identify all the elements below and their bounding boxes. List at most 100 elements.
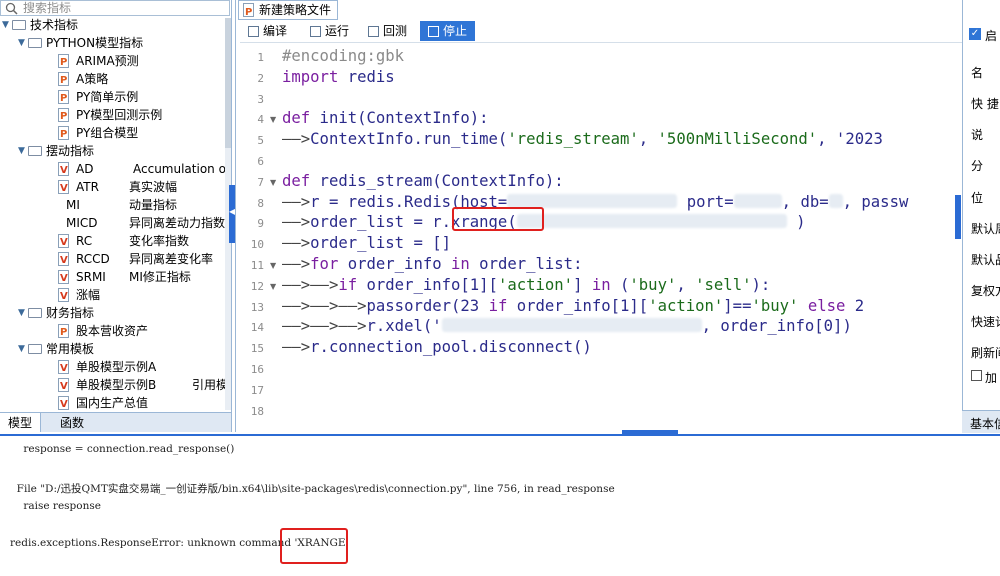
tree-item-label: 国内生产总值 (76, 396, 149, 410)
editor-splitter-handle[interactable] (955, 195, 961, 239)
shortcut-label: 快 捷 (971, 97, 999, 111)
code-line: ——>——>——>r.xdel(', order_info[0]) (282, 317, 852, 336)
tree-item[interactable]: P PY模型回测示例 (0, 106, 224, 124)
tree-item-label: SRMI (76, 270, 106, 284)
tree-item[interactable]: V 单股模型示例B 引用模 (0, 376, 228, 394)
line-number: 17 (250, 383, 264, 397)
backtest-label: 回测 (383, 24, 408, 38)
enable-label: 启 (985, 29, 998, 43)
code-line: ——>r.connection_pool.disconnect() (282, 338, 592, 357)
highlight-box-xrange-error (280, 528, 348, 564)
tree-item-label: PY组合模型 (76, 126, 139, 140)
tree-item-description: 真实波幅 (129, 180, 178, 194)
tree-folder[interactable]: ▼ PYTHON模型指标 (0, 34, 224, 52)
right-bottom-tabs: 基本信 (962, 410, 1000, 433)
compile-label: 编译 (263, 24, 288, 38)
code-line: def init(ContextInfo): (282, 109, 489, 128)
tree-item[interactable]: V AD Accumulation or (0, 160, 231, 178)
line-number: 7 (257, 175, 264, 189)
tree-item[interactable]: V RC 变化率指数 (0, 232, 224, 250)
tree-item-label: 摆动指标 (46, 144, 95, 158)
tab-function[interactable]: 函数 (52, 413, 92, 432)
tab-model[interactable]: 模型 (0, 413, 42, 432)
folder-icon (28, 146, 42, 156)
tree-item[interactable]: P PY组合模型 (0, 124, 224, 142)
tree-item[interactable]: V SRMI MI修正指标 (0, 268, 224, 286)
search-placeholder: 搜索指标 (23, 1, 72, 15)
formula-file-icon: V (58, 360, 69, 374)
compile-button[interactable]: 编译 (248, 21, 287, 41)
line-number: 6 (257, 155, 264, 168)
tree-item[interactable]: V RCCD 异同离差变化率 (0, 250, 224, 268)
file-tab[interactable]: P 新建策略文件 (238, 0, 338, 20)
tree-item-label: MICD (66, 216, 98, 230)
line-number: 9 (257, 217, 264, 231)
tree-item-description: Accumulation or (133, 162, 231, 176)
line-number: 3 (257, 92, 264, 106)
tree-item-label: 单股模型示例A (76, 360, 157, 374)
tree-item[interactable]: V 涨幅 (0, 286, 224, 304)
code-line: import redis (282, 67, 395, 86)
tree-item[interactable]: P PY简单示例 (0, 88, 224, 106)
tree-item[interactable]: V 国内生产总值 (0, 394, 224, 412)
formula-file-icon: V (58, 378, 69, 392)
tree-item-label: AD (76, 162, 94, 176)
expand-arrow-icon[interactable]: ▼ (17, 142, 26, 160)
tree-item[interactable]: P A策略 (0, 70, 224, 88)
fold-arrow-icon[interactable]: ▼ (270, 115, 276, 124)
folder-icon (28, 344, 42, 354)
backtest-button[interactable]: 回测 (368, 21, 407, 41)
tree-item[interactable]: MI 动量指标 (0, 196, 224, 214)
expand-arrow-icon[interactable]: ▼ (1, 16, 10, 34)
tree-item-label: 技术指标 (30, 18, 79, 32)
expand-arrow-icon[interactable]: ▼ (17, 304, 26, 322)
python-file-icon: P (58, 54, 69, 68)
tree-item[interactable]: V 单股模型示例A (0, 358, 224, 376)
folder-icon (28, 308, 42, 318)
line-number: 11 (250, 259, 264, 272)
tree-item-label: PY简单示例 (76, 90, 139, 104)
tree-folder[interactable]: ▼ 摆动指标 (0, 142, 224, 160)
stop-button[interactable]: 停止 (420, 21, 476, 41)
python-file-icon: P (58, 90, 69, 104)
tree-item-label: PY模型回测示例 (76, 108, 163, 122)
line-number: 5 (257, 134, 264, 148)
run-button[interactable]: 运行 (310, 21, 349, 41)
tree-item-label: 单股模型示例B (76, 378, 157, 392)
tree-folder[interactable]: ▼ 财务指标 (0, 304, 224, 322)
line-number: 12 (250, 279, 264, 293)
add-checkbox[interactable] (971, 370, 982, 381)
expand-arrow-icon[interactable]: ▼ (17, 34, 26, 52)
fold-arrow-icon[interactable]: ▼ (270, 178, 276, 187)
backtest-icon (368, 26, 379, 37)
formula-file-icon: V (58, 162, 69, 176)
tree-item[interactable]: P ARIMA预测 (0, 52, 224, 70)
expand-arrow-icon[interactable]: ▼ (17, 340, 26, 358)
enable-checkbox[interactable]: ✓ (969, 28, 981, 40)
code-area[interactable]: 1 #encoding:gbk 2 import redis 3 4 ▼ def init(C… (240, 43, 956, 432)
code-line: ——>——>if order_info[1]['action'] in ('bu… (282, 275, 771, 294)
editor-toolbar: 编译 运行 回测 停止 (240, 20, 962, 43)
tab-basic-info[interactable]: 基本信 (970, 415, 1000, 432)
line-number: 10 (250, 238, 264, 252)
refresh-interval-label: 刷新间 (971, 346, 1000, 360)
code-line: ——>——>——>passorder(23 if order_info[1]['… (282, 296, 865, 315)
category-label: 分 (971, 159, 984, 173)
stop-icon (428, 26, 439, 37)
tree-item[interactable]: MICD 异同离差动力指数 (0, 214, 225, 232)
search-icon (5, 2, 18, 15)
search-box[interactable]: 搜索指标 (0, 0, 230, 16)
tree-scrollbar-thumb[interactable] (225, 18, 231, 148)
tree-folder[interactable]: ▼ 常用模板 (0, 340, 224, 358)
line-number: 8 (257, 196, 264, 210)
tree-item[interactable]: P 股本营收资产 (0, 322, 224, 340)
line-number: 4 (257, 113, 264, 127)
python-file-icon: P (58, 126, 69, 140)
tree-item-description: 引用模 (192, 378, 229, 392)
fold-arrow-icon[interactable]: ▼ (270, 261, 276, 270)
fold-arrow-icon[interactable]: ▼ (270, 282, 276, 291)
line-number: 1 (257, 51, 264, 64)
code-line: ——>r = redis.Redis(host= port=, db=, pas… (282, 192, 909, 211)
tree-folder[interactable]: ▼ 技术指标 (0, 16, 224, 34)
tree-item[interactable]: V ATR 真实波幅 (0, 178, 224, 196)
